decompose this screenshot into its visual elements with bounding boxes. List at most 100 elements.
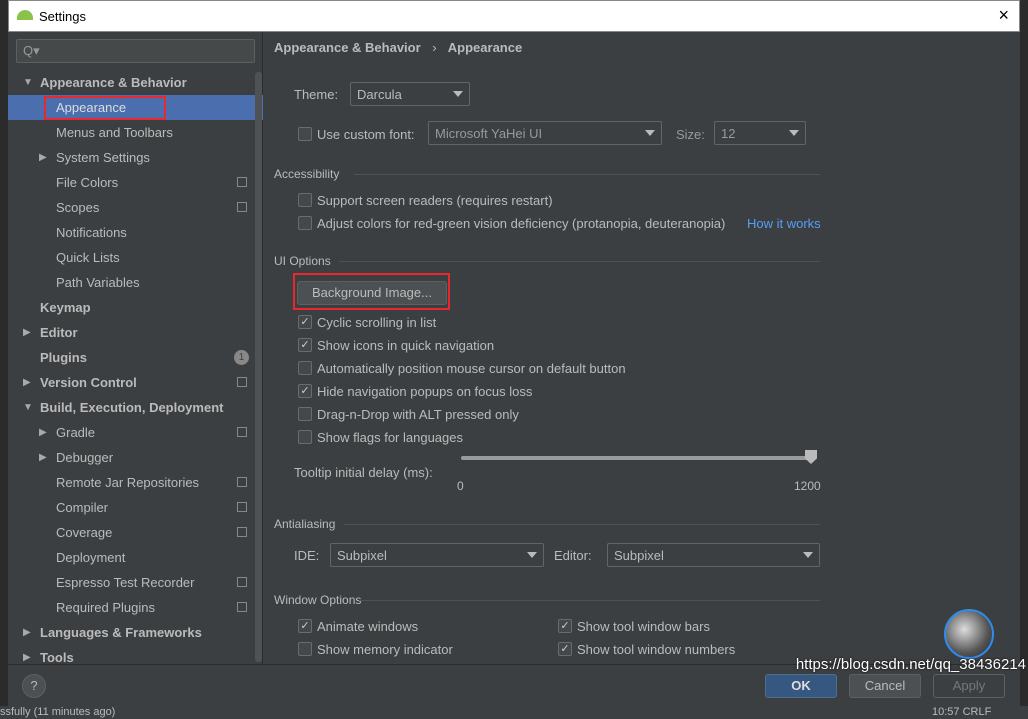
sidebar-scrollbar[interactable] [255, 72, 262, 662]
font-size-value: 12 [721, 126, 736, 141]
sidebar-item[interactable]: Plugins 1 [8, 345, 263, 370]
checkbox-label: Show icons in quick navigation [317, 338, 495, 353]
checkbox[interactable]: ✓ [298, 384, 312, 398]
theme-value: Darcula [357, 87, 402, 102]
android-logo-icon [17, 10, 33, 20]
sidebar-item[interactable]: Deployment [8, 545, 263, 570]
size-label: Size: [676, 127, 705, 142]
search-icon: Q▾ [23, 43, 40, 58]
sidebar-item-label: Quick Lists [56, 250, 120, 265]
collapsed-arrow-icon[interactable]: ▶ [39, 145, 47, 170]
checkbox[interactable] [298, 430, 312, 444]
sidebar-item[interactable]: ▶ Languages & Frameworks [8, 620, 263, 645]
sidebar-item-label: Keymap [40, 300, 91, 315]
project-scope-icon [237, 377, 247, 387]
sidebar-item[interactable]: Espresso Test Recorder [8, 570, 263, 595]
editor-antialiasing-select[interactable]: Subpixel [607, 543, 820, 567]
sidebar-item[interactable]: ▼ Build, Execution, Deployment [8, 395, 263, 420]
update-badge: 1 [234, 350, 249, 365]
sidebar-item[interactable]: ▼ Appearance & Behavior [8, 70, 263, 95]
checkbox[interactable] [298, 216, 312, 230]
checkbox-label: Adjust colors for red-green vision defic… [317, 216, 726, 231]
sidebar-item[interactable]: Notifications [8, 220, 263, 245]
project-scope-icon [237, 427, 247, 437]
chevron-down-icon [527, 552, 537, 558]
checkbox[interactable] [298, 361, 312, 375]
checkbox-label: Show memory indicator [317, 642, 453, 657]
sidebar-item-label: Required Plugins [56, 600, 156, 615]
sidebar-item[interactable]: File Colors [8, 170, 263, 195]
collapsed-arrow-icon[interactable]: ▶ [39, 420, 47, 445]
ok-button[interactable]: OK [765, 674, 837, 698]
collapsed-arrow-icon[interactable]: ▶ [23, 320, 31, 345]
divider [344, 524, 820, 525]
sidebar-item[interactable]: Remote Jar Repositories [8, 470, 263, 495]
ide-antialiasing-select[interactable]: Subpixel [330, 543, 544, 567]
collapsed-arrow-icon[interactable]: ▶ [23, 620, 31, 645]
collapsed-arrow-icon[interactable]: ▶ [39, 445, 47, 470]
slider-fill [461, 456, 811, 460]
sidebar-item-label: Compiler [56, 500, 109, 515]
sidebar-item[interactable]: Coverage [8, 520, 263, 545]
sidebar-item[interactable]: Quick Lists [8, 245, 263, 270]
expanded-arrow-icon[interactable]: ▼ [23, 70, 33, 95]
sidebar-item[interactable]: Required Plugins [8, 595, 263, 620]
divider [339, 261, 820, 262]
sidebar-item[interactable]: ▶ Editor [8, 320, 263, 345]
checkbox[interactable]: ✓ [298, 619, 312, 633]
sidebar-item[interactable]: ▶ Version Control [8, 370, 263, 395]
chevron-down-icon [453, 91, 463, 97]
breadcrumb-parent[interactable]: Appearance & Behavior [274, 40, 421, 55]
apply-button[interactable]: Apply [933, 674, 1005, 698]
sidebar-item[interactable]: Path Variables [8, 270, 263, 295]
checkbox[interactable] [298, 193, 312, 207]
custom-font-checkbox[interactable] [298, 127, 312, 141]
help-button[interactable]: ? [22, 674, 46, 698]
sidebar-item[interactable]: Compiler [8, 495, 263, 520]
font-select[interactable]: Microsoft YaHei UI [428, 121, 662, 145]
sidebar-item-label: Scopes [56, 200, 100, 215]
watermark: https://blog.csdn.net/qq_38436214 [795, 656, 1026, 673]
close-button[interactable]: × [998, 5, 1009, 26]
editor-value: Subpixel [614, 548, 664, 563]
sidebar-item[interactable]: Keymap [8, 295, 263, 320]
title-bar: Settings × [8, 0, 1020, 32]
avatar[interactable] [944, 609, 994, 659]
sidebar-item[interactable]: ▶ System Settings [8, 145, 263, 170]
tooltip-delay-slider[interactable] [461, 450, 817, 464]
search-input[interactable]: Q▾ [16, 39, 255, 63]
expanded-arrow-icon[interactable]: ▼ [23, 395, 33, 420]
checkbox-label: Show tool window numbers [577, 642, 736, 657]
sidebar-item-label: System Settings [56, 150, 150, 165]
sidebar-item[interactable]: ▶ Debugger [8, 445, 263, 470]
font-size-select[interactable]: 12 [714, 121, 806, 145]
sidebar-item-label: Coverage [56, 525, 113, 540]
checkbox[interactable] [298, 407, 312, 421]
checkbox-label: Cyclic scrolling in list [317, 315, 437, 330]
sidebar-item[interactable]: ▶ Gradle [8, 420, 263, 445]
checkbox[interactable]: ✓ [558, 642, 572, 656]
how-it-works-link[interactable]: How it works [747, 216, 821, 231]
editor-label: Editor: [554, 548, 592, 563]
checkbox[interactable] [298, 642, 312, 656]
checkbox[interactable]: ✓ [298, 315, 312, 329]
project-scope-icon [237, 202, 247, 212]
theme-select[interactable]: Darcula [350, 82, 470, 106]
sidebar-item-label: Menus and Toolbars [56, 125, 173, 140]
sidebar-item[interactable]: Menus and Toolbars [8, 120, 263, 145]
sidebar-item-label: Plugins [40, 350, 87, 365]
theme-label: Theme: [294, 87, 339, 102]
status-right: 10:57 CRLF [932, 706, 992, 718]
checkbox-label: Drag-n-Drop with ALT pressed only [317, 407, 519, 422]
checkbox-label: Animate windows [317, 619, 419, 634]
cancel-button[interactable]: Cancel [849, 674, 921, 698]
sidebar-item[interactable]: Scopes [8, 195, 263, 220]
checkbox[interactable]: ✓ [558, 619, 572, 633]
sidebar-item-label: Path Variables [56, 275, 140, 290]
collapsed-arrow-icon[interactable]: ▶ [23, 370, 31, 395]
slider-thumb[interactable] [805, 450, 817, 464]
window-title: Settings [39, 9, 86, 24]
slider-min: 0 [457, 479, 464, 493]
breadcrumb-separator: › [432, 40, 437, 55]
checkbox[interactable]: ✓ [298, 338, 312, 352]
